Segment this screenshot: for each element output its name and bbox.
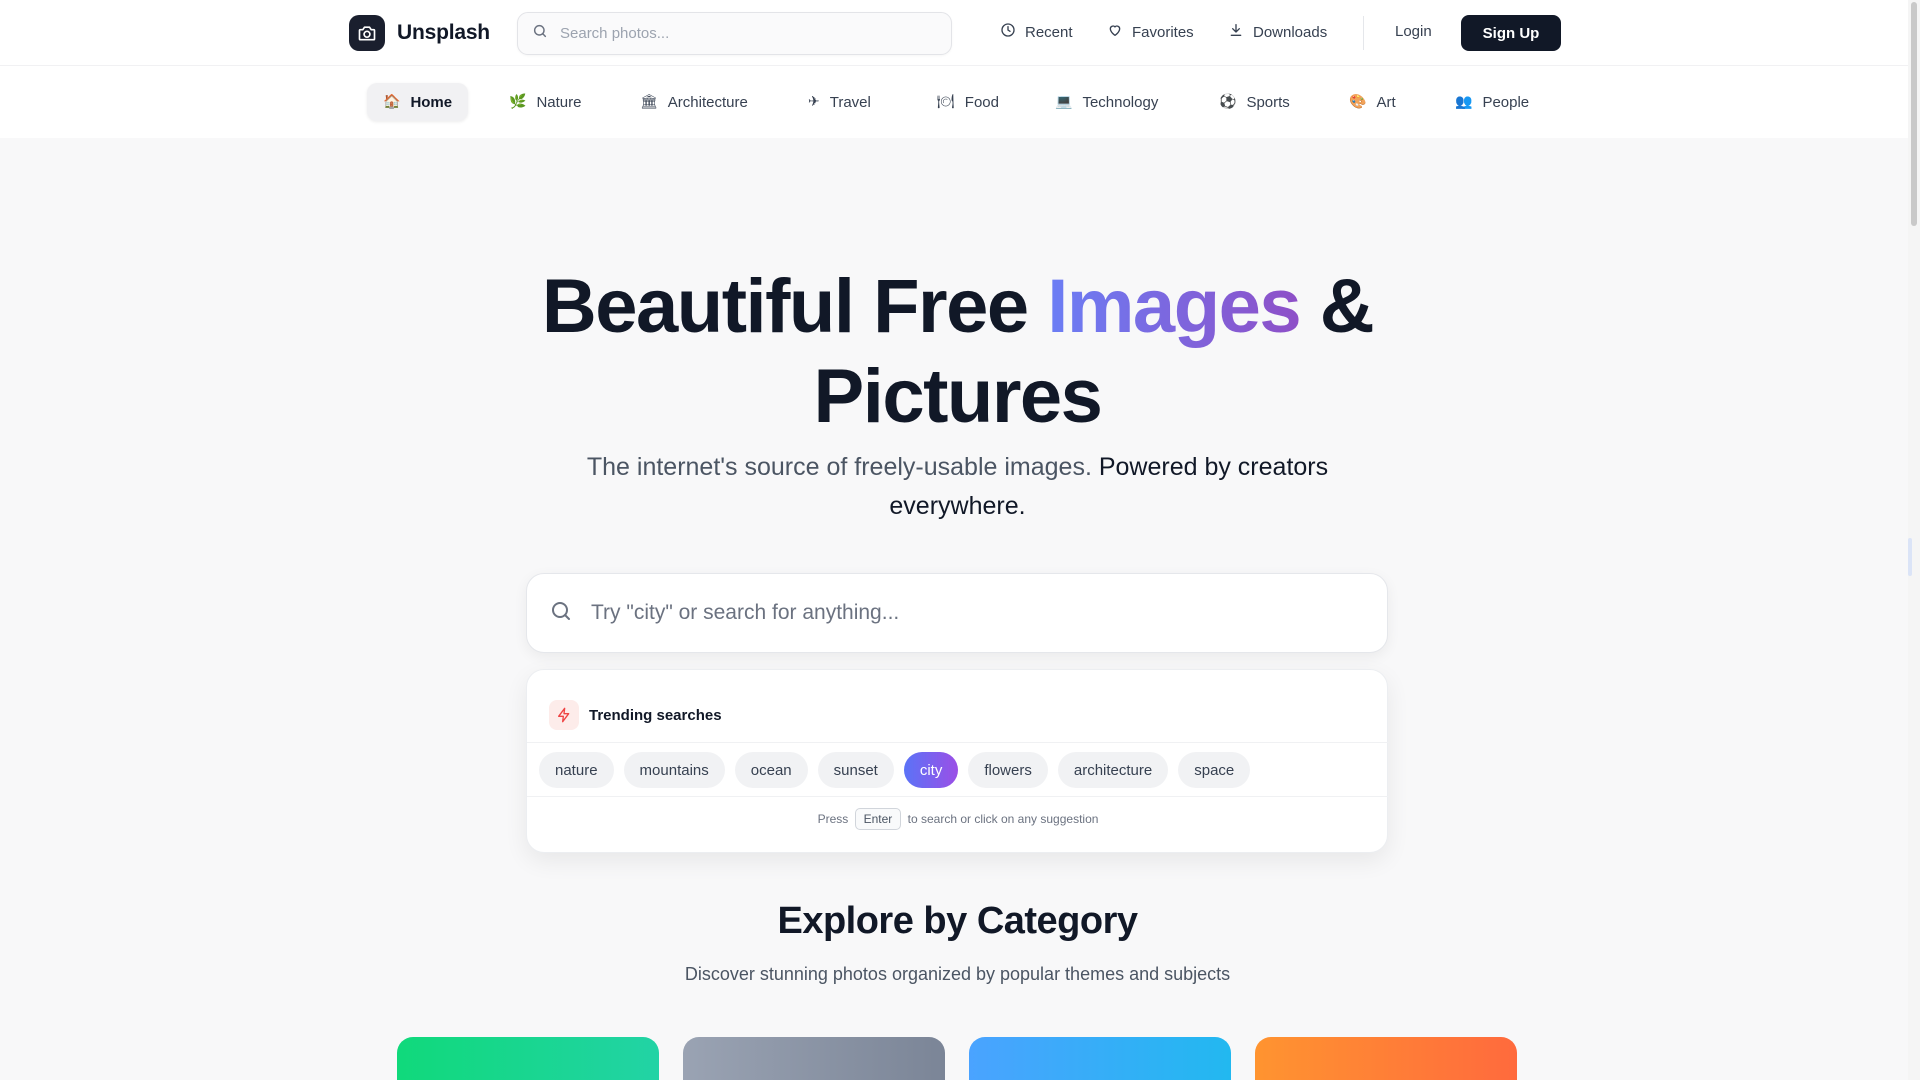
ball-icon: ⚽ xyxy=(1219,94,1237,110)
main-search-input[interactable] xyxy=(591,601,1351,625)
nav-recent-label: Recent xyxy=(1025,23,1073,41)
category-nature[interactable]: 🌿 Nature xyxy=(493,83,597,121)
main-search[interactable] xyxy=(526,573,1388,653)
hero-title: Beautiful Free Images & Pictures xyxy=(0,262,1915,442)
hero-subtitle: The internet's source of freely-usable i… xyxy=(560,448,1355,526)
nav-downloads-label: Downloads xyxy=(1253,23,1328,41)
brand-name: Unsplash xyxy=(397,21,490,44)
category-people[interactable]: 👥 People xyxy=(1439,83,1545,121)
chip-flowers[interactable]: flowers xyxy=(968,752,1048,788)
trending-chips: nature mountains ocean sunset city flowe… xyxy=(539,752,1251,788)
trending-header: Trending searches xyxy=(549,700,722,730)
people-icon: 👥 xyxy=(1455,94,1473,110)
palette-icon: 🎨 xyxy=(1349,94,1367,110)
search-hint: Press Enter to search or click on any su… xyxy=(527,808,1389,830)
top-bar: Unsplash Recent Favorites Downloads Logi… xyxy=(0,0,1920,66)
category-label: People xyxy=(1482,93,1530,111)
side-handle[interactable] xyxy=(1908,538,1912,576)
chip-sunset[interactable]: sunset xyxy=(817,752,894,788)
category-art[interactable]: 🎨 Art xyxy=(1333,83,1412,121)
airplane-icon: ✈ xyxy=(808,94,820,110)
panel-divider xyxy=(527,742,1389,743)
signup-button[interactable]: Sign Up xyxy=(1461,15,1561,51)
category-label: Home xyxy=(410,93,453,111)
category-label: Technology xyxy=(1082,93,1159,111)
category-home[interactable]: 🏠 Home xyxy=(367,83,469,121)
classical-building-icon: 🏛 xyxy=(640,94,658,110)
explore-subtitle: Discover stunning photos organized by po… xyxy=(684,964,1231,984)
hero-title-part1: Beautiful Free xyxy=(541,264,1048,349)
category-architecture[interactable]: 🏛 Architecture xyxy=(624,83,764,121)
chip-nature[interactable]: nature xyxy=(539,752,614,788)
clock-icon xyxy=(1000,22,1016,42)
category-travel[interactable]: ✈ Travel xyxy=(792,83,887,121)
enter-key: Enter xyxy=(854,808,902,830)
trending-title: Trending searches xyxy=(589,706,722,724)
camera-icon xyxy=(349,15,385,51)
category-label: Food xyxy=(964,93,999,111)
category-sports[interactable]: ⚽ Sports xyxy=(1203,83,1306,121)
trending-panel: Trending searches nature mountains ocean… xyxy=(526,669,1389,853)
plate-icon: 🍽 xyxy=(937,94,955,110)
laptop-icon: 💻 xyxy=(1055,94,1073,110)
lightning-icon xyxy=(549,700,579,730)
category-label: Sports xyxy=(1246,93,1290,111)
house-icon: 🏠 xyxy=(383,94,401,110)
category-label: Art xyxy=(1376,93,1396,111)
search-icon xyxy=(549,599,573,628)
chip-ocean[interactable]: ocean xyxy=(734,752,808,788)
brand-logo[interactable]: Unsplash xyxy=(349,15,490,51)
category-bar: 🏠 Home 🌿 Nature 🏛 Architecture ✈ Travel … xyxy=(0,66,1920,138)
chip-architecture[interactable]: architecture xyxy=(1057,752,1169,788)
category-label: Architecture xyxy=(667,93,748,111)
category-card[interactable] xyxy=(683,1037,945,1080)
scrollbar-thumb[interactable] xyxy=(1911,2,1917,226)
hero-subtitle-plain: The internet's source of freely-usable i… xyxy=(586,453,1099,481)
heart-icon xyxy=(1107,22,1123,42)
header-search[interactable] xyxy=(517,12,952,55)
hint-after: to search or click on any suggestion xyxy=(907,812,1099,826)
chip-space[interactable]: space xyxy=(1178,752,1251,788)
hero-title-highlight: Images xyxy=(1047,264,1301,349)
nav-favorites-label: Favorites xyxy=(1132,23,1194,41)
category-card[interactable] xyxy=(1255,1037,1517,1080)
search-icon xyxy=(532,23,548,44)
hero-title-part2: & xyxy=(1300,264,1375,349)
category-card[interactable] xyxy=(969,1037,1231,1080)
category-technology[interactable]: 💻 Technology xyxy=(1039,83,1174,121)
chip-mountains[interactable]: mountains xyxy=(623,752,725,788)
nav-downloads[interactable]: Downloads xyxy=(1228,22,1327,42)
login-link[interactable]: Login xyxy=(1395,23,1432,40)
nav-recent[interactable]: Recent xyxy=(1000,22,1073,42)
download-icon xyxy=(1228,22,1244,42)
herb-icon: 🌿 xyxy=(509,94,527,110)
header-divider xyxy=(1363,16,1364,50)
nav-favorites[interactable]: Favorites xyxy=(1107,22,1194,42)
hero-title-line2: Pictures xyxy=(813,354,1103,439)
category-card[interactable] xyxy=(397,1037,659,1080)
hint-before: Press xyxy=(817,812,849,826)
explore-title: Explore by Category xyxy=(777,900,1138,942)
panel-divider xyxy=(527,796,1389,797)
category-label: Nature xyxy=(536,93,582,111)
category-label: Travel xyxy=(829,93,871,111)
chip-city[interactable]: city xyxy=(903,752,959,788)
header-search-input[interactable] xyxy=(560,25,920,42)
category-food[interactable]: 🍽 Food xyxy=(921,83,1015,121)
